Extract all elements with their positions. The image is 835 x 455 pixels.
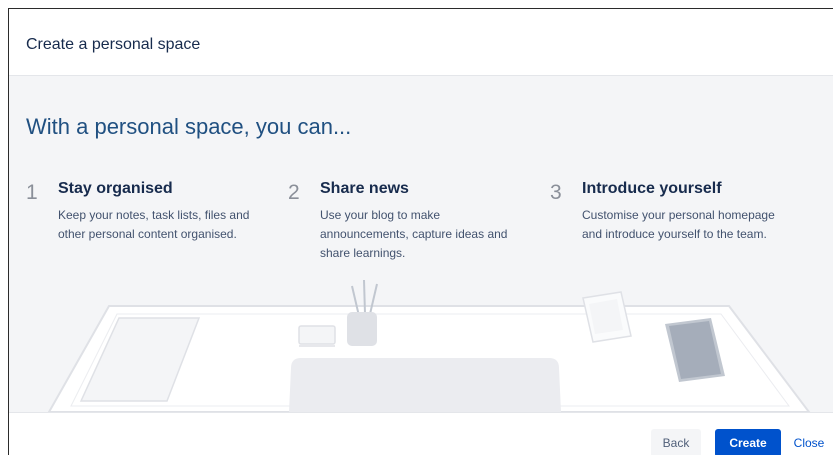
feature-stay-organised: 1 Stay organised Keep your notes, task l… [26,180,266,270]
dialog-content: With a personal space, you can... 1 Stay… [9,76,833,412]
feature-description: Customise your personal homepage and int… [582,208,775,241]
desk-illustration [47,279,811,412]
feature-number: 2 [288,181,300,204]
feature-title: Introduce yourself [582,180,722,197]
back-button[interactable]: Back [651,429,701,455]
feature-description: Use your blog to make announcements, cap… [320,208,508,260]
feature-number: 3 [550,181,562,204]
close-button[interactable]: Close [785,429,833,455]
content-headline: With a personal space, you can... [26,114,352,139]
create-button[interactable]: Create [715,429,781,455]
dialog-title: Create a personal space [26,36,201,53]
dialog-header: Create a personal space [9,9,833,76]
device-illustration [298,325,336,347]
feature-title: Stay organised [58,180,173,197]
trackpad-illustration [289,358,561,412]
feature-description: Keep your notes, task lists, files and o… [58,208,250,241]
feature-number: 1 [26,181,38,204]
dialog-footer: Back Create Close [9,412,833,455]
feature-title: Share news [320,180,409,197]
feature-introduce-yourself: 3 Introduce yourself Customise your pers… [550,180,790,270]
feature-share-news: 2 Share news Use your blog to make annou… [288,180,528,270]
create-personal-space-dialog: Create a personal space With a personal … [8,8,833,455]
pencil-cup-illustration [347,279,378,346]
